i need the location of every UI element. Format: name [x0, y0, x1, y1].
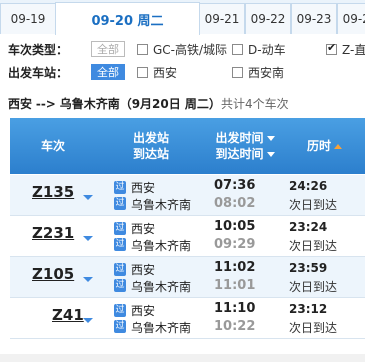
- horizontal-scrollbar[interactable]: [0, 354, 365, 362]
- z-checkbox[interactable]: [326, 41, 337, 55]
- tab-date-0923[interactable]: 09-23: [291, 3, 337, 34]
- train-type-label: 车次类型：: [8, 43, 69, 57]
- departure-time: 11:10: [214, 301, 256, 316]
- sort-duration-icon: [334, 143, 342, 149]
- route-summary: 西安 --> 乌鲁木齐南（9月20日 周二）共计4个车次: [8, 95, 289, 112]
- chevron-down-icon[interactable]: [83, 236, 93, 241]
- sort-arr-icon: [266, 151, 275, 157]
- train-type-all-button[interactable]: 全部: [91, 41, 125, 57]
- date-tab-bar: 09-19 09-20 周二 09-21 09-22 09-23 09-24: [0, 0, 365, 35]
- tab-date-0924[interactable]: 09-24: [337, 3, 365, 34]
- pass-through-badge: 过: [114, 279, 126, 292]
- tab-date-0920[interactable]: 09-20 周二: [55, 2, 200, 35]
- route-to: 乌鲁木齐南: [59, 97, 120, 111]
- arrival-day: 次日到达: [289, 198, 338, 212]
- station-label: 出发车站：: [8, 66, 69, 80]
- arrival-station: 乌鲁木齐南: [131, 321, 192, 335]
- duration: 23:59: [289, 261, 328, 275]
- chevron-down-icon[interactable]: [83, 318, 93, 323]
- table-row: Z105 过 西安 过 乌鲁木齐南 11:02 11:01 23:59 次日到达: [10, 257, 365, 298]
- table-row: Z231 过 西安 过 乌鲁木齐南 10:05 09:29 23:24 次日到达: [10, 216, 365, 257]
- arrival-station: 乌鲁木齐南: [131, 239, 192, 253]
- train-number-link[interactable]: Z105: [32, 265, 74, 283]
- chevron-down-icon[interactable]: [83, 195, 93, 200]
- col-station-header[interactable]: 出发站 到达站: [96, 118, 206, 174]
- departure-time: 07:36: [214, 178, 256, 193]
- arrival-station: 乌鲁木齐南: [131, 280, 192, 294]
- col-time-label-2: 到达时间: [215, 147, 264, 161]
- route-count: 共计4个车次: [220, 97, 289, 111]
- pass-through-badge: 过: [114, 304, 126, 317]
- tab-date-0922[interactable]: 09-22: [245, 3, 291, 34]
- chevron-down-icon[interactable]: [83, 277, 93, 282]
- pass-through-badge: 过: [114, 320, 126, 333]
- d-label: D-动车: [248, 43, 286, 57]
- arrival-station: 乌鲁木齐南: [131, 198, 192, 212]
- departure-time: 10:05: [214, 219, 256, 234]
- table-header: 车次 出发站 到达站 出发时间 到达时间 历时: [10, 118, 365, 174]
- train-number-link[interactable]: Z135: [32, 183, 74, 201]
- arrival-time: 11:01: [214, 278, 256, 293]
- station-all-button[interactable]: 全部: [91, 64, 125, 80]
- gc-checkbox[interactable]: [137, 44, 148, 55]
- col-train-label: 车次: [40, 139, 65, 153]
- tab-date-0919[interactable]: 09-19: [0, 3, 56, 34]
- route-arrow: -->: [35, 97, 56, 111]
- table-row: Z41 过 西安 过 乌鲁木齐南 11:10 10:22 23:12 次日到达: [10, 298, 365, 339]
- xian-south-checkbox[interactable]: [232, 67, 243, 78]
- table-row: Z135 过 西安 过 乌鲁木齐南 07:36 08:02 24:26 次日到达: [10, 175, 365, 216]
- col-time-label-1: 出发时间: [215, 131, 264, 145]
- train-number-link[interactable]: Z41: [52, 306, 84, 324]
- col-station-label-2: 到达站: [132, 147, 169, 161]
- pass-through-badge: 过: [114, 197, 126, 210]
- arrival-time: 10:22: [214, 319, 256, 334]
- departure-station: 西安: [131, 263, 156, 277]
- arrival-day: 次日到达: [289, 239, 338, 253]
- tab-date-0921[interactable]: 09-21: [199, 3, 245, 34]
- xian-checkbox[interactable]: [137, 67, 148, 78]
- duration: 23:24: [289, 220, 328, 234]
- pass-through-badge: 过: [114, 238, 126, 251]
- arrival-time: 09:29: [214, 237, 256, 252]
- pass-through-badge: 过: [114, 181, 126, 194]
- sort-dep-icon: [266, 135, 275, 141]
- gc-label: GC-高铁/城际: [153, 43, 228, 57]
- arrival-day: 次日到达: [289, 321, 338, 335]
- col-station-label-1: 出发站: [132, 131, 169, 145]
- filter-panel: 车次类型： 全部 GC-高铁/城际 D-动车 Z-直 出发车站： 全部 西安 西…: [0, 37, 365, 85]
- departure-station: 西安: [131, 304, 156, 318]
- col-train-header[interactable]: 车次: [10, 118, 96, 174]
- arrival-day: 次日到达: [289, 280, 338, 294]
- pass-through-badge: 过: [114, 222, 126, 235]
- departure-station: 西安: [131, 181, 156, 195]
- route-date: （9月20日 周二）: [119, 97, 221, 111]
- train-query-page: 09-19 09-20 周二 09-21 09-22 09-23 09-24 车…: [0, 0, 365, 362]
- col-time-header[interactable]: 出发时间 到达时间: [206, 118, 284, 174]
- pass-through-badge: 过: [114, 263, 126, 276]
- train-number-link[interactable]: Z231: [32, 224, 74, 242]
- col-duration-header[interactable]: 历时: [284, 118, 365, 174]
- arrival-time: 08:02: [214, 196, 256, 211]
- col-duration-label: 历时: [306, 139, 331, 153]
- duration: 24:26: [289, 179, 328, 193]
- departure-station: 西安: [131, 222, 156, 236]
- duration: 23:12: [289, 302, 328, 316]
- z-label: Z-直: [342, 43, 365, 57]
- xian-label: 西安: [153, 66, 178, 80]
- d-checkbox[interactable]: [232, 44, 243, 55]
- xian-south-label: 西安南: [248, 66, 285, 80]
- departure-time: 11:02: [214, 260, 256, 275]
- route-from: 西安: [8, 97, 33, 111]
